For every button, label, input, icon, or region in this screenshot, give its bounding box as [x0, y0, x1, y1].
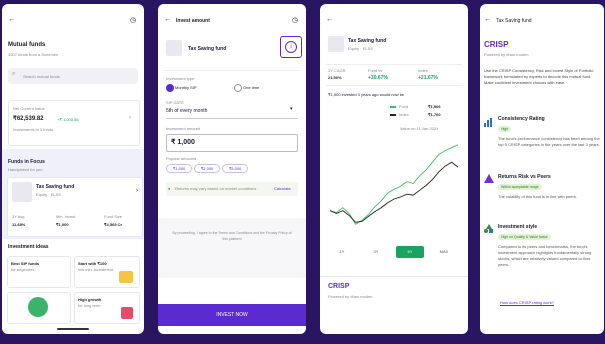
rating-tag: Within acceptable range	[498, 184, 542, 190]
legend-swatch-fund	[390, 106, 396, 108]
page-title: Invest amount	[176, 18, 210, 24]
radio-icon	[234, 84, 242, 92]
disclaimer: By proceeding, I agree to the Terms and …	[172, 231, 292, 241]
chart-up-icon	[121, 307, 133, 319]
funds-in-focus: Funds in Focus Handpicked for you Tax Sa…	[2, 149, 144, 239]
timeframe-1y[interactable]: 1Y	[328, 246, 356, 258]
clock-icon[interactable]: ◷	[292, 16, 298, 24]
money-bag-icon	[28, 297, 48, 317]
timeframe-max[interactable]: MAX	[430, 246, 458, 258]
fund-card[interactable]: Tax Saving fund Equity · ELSS › 3Y Avg 1…	[7, 177, 143, 237]
amount-chip[interactable]: ₹1,000	[166, 164, 192, 173]
amount-chip[interactable]: ₹5,000	[222, 164, 248, 173]
series-line-fund	[329, 144, 459, 225]
fund-header: Tax Saving fund i	[164, 36, 302, 71]
back-icon[interactable]: ←	[164, 16, 171, 23]
crisp-banner[interactable]: CRISP Powered by dhan.moden	[320, 276, 468, 305]
back-icon[interactable]: ←	[8, 16, 15, 23]
back-icon[interactable]: ←	[484, 16, 491, 23]
fund-name: Tax Saving fund	[348, 38, 387, 44]
search-input[interactable]: ⌕ Search mutual funds	[8, 68, 138, 84]
timeframe-3y[interactable]: 3Y	[362, 246, 390, 258]
clock-icon[interactable]: ◷	[130, 16, 136, 24]
performance-chart	[329, 144, 459, 225]
shapes-icon	[484, 224, 494, 234]
chevron-right-icon: ›	[129, 115, 131, 121]
timeframe-selector: 1Y 3Y 5Y MAX	[326, 244, 462, 260]
fund-logo	[166, 40, 182, 56]
crisp-info-link[interactable]: How does CRISP rating work?	[500, 300, 554, 305]
home-indicator	[57, 328, 89, 330]
calculate-link[interactable]: Calculate	[274, 186, 291, 191]
info-icon: ●	[168, 186, 171, 191]
invest-now-button[interactable]: INVEST NOW	[158, 304, 306, 326]
wallet-icon	[119, 271, 133, 283]
crisp-logo: CRISP	[328, 283, 350, 290]
chevron-right-icon: ›	[136, 188, 138, 194]
home-indicator	[216, 329, 248, 331]
radio-icon	[166, 84, 174, 92]
crisp-intro: Use the CRISP Consistency, Risk and Inve…	[484, 68, 594, 85]
search-icon: ⌕	[12, 71, 16, 77]
rating-tag: High	[498, 126, 512, 132]
back-icon[interactable]: ←	[326, 16, 333, 23]
crisp-logo: CRISP	[484, 40, 509, 49]
sip-date-select[interactable]: SIP DATE 5th of every month ▾	[166, 100, 298, 119]
screen-fund-performance: ← Tax Saving fund Equity · ELSS 3Y CAGR …	[320, 4, 468, 334]
legend-swatch-index	[390, 114, 396, 116]
portfolio-card[interactable]: Net Current Value ₹62,539.82 +₹ 1,200.56…	[8, 100, 140, 146]
info-banner: ● Returns may vary based on market condi…	[166, 182, 298, 196]
triangle-warning-icon	[484, 174, 494, 183]
info-icon: i	[285, 41, 297, 53]
portfolio-value: ₹62,539.82	[13, 116, 44, 122]
info-button[interactable]: i	[280, 36, 302, 58]
idea-card[interactable]	[7, 292, 71, 324]
screen-mutual-funds: ← ◷ Mutual funds 3507 funds from a Schem…	[2, 4, 144, 334]
page-title: Tax Saving fund	[496, 18, 532, 24]
fund-logo	[12, 182, 32, 202]
page-subtitle: 3507 funds from a Schemes	[8, 52, 59, 57]
ideas-title: Investment ideas	[8, 244, 49, 250]
metrics-row: 3Y CAGR 21.50% Fund vs +30.67% Index +21…	[326, 64, 462, 86]
idea-card[interactable]: High growth for long term	[74, 292, 140, 324]
amount-input[interactable]: ₹ 1,000	[166, 134, 298, 152]
idea-card[interactable]: Best SIP funds for beginners	[7, 256, 71, 288]
page-title: Mutual funds	[8, 42, 46, 48]
chart-caption: ₹1,000 invested 3 years ago would now be	[328, 92, 405, 97]
chevron-down-icon: ▾	[290, 106, 293, 112]
timeframe-5y[interactable]: 5Y	[396, 246, 424, 258]
portfolio-badge: +₹ 1,200.56	[57, 117, 79, 122]
screen-crisp-rating: ← Tax Saving fund CRISP Powered by dhan.…	[480, 4, 604, 334]
idea-card[interactable]: Start with ₹100 low min. investment	[74, 256, 140, 288]
amount-chip[interactable]: ₹2,000	[194, 164, 220, 173]
rating-tag: High on Quality & Value factor	[498, 234, 551, 240]
bar-chart-icon	[484, 118, 493, 127]
screen-invest-amount: ← Invest amount ◷ Tax Saving fund i Inve…	[158, 4, 306, 334]
fund-logo	[328, 36, 344, 52]
